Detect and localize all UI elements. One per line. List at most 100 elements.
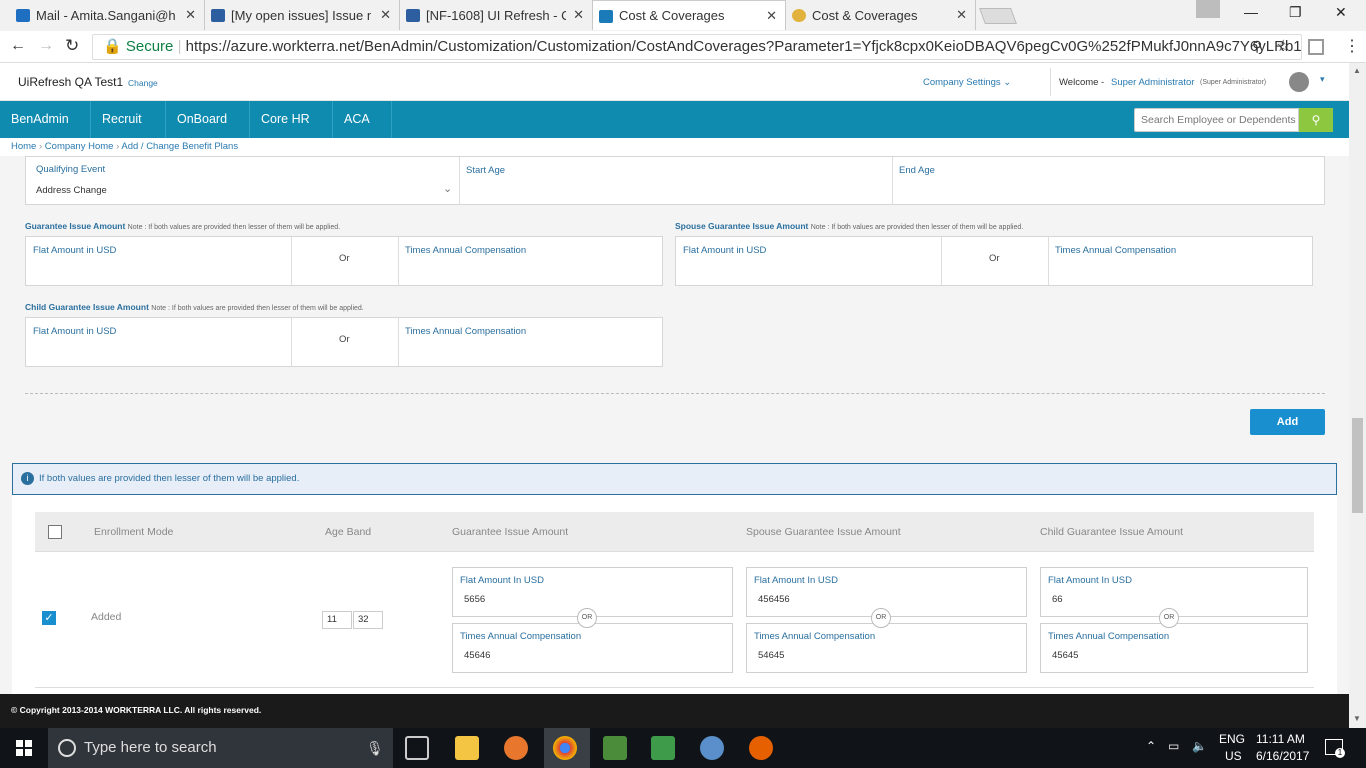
change-company-link[interactable]: Change xyxy=(128,78,158,88)
jira-icon xyxy=(406,9,420,22)
microphone-icon[interactable]: 🎙 xyxy=(366,728,384,768)
caret-down-icon[interactable]: ▾ xyxy=(1320,74,1325,85)
info-icon: i xyxy=(21,472,34,485)
vertical-scrollbar[interactable] xyxy=(1349,63,1366,728)
user-role: (Super Administrator) xyxy=(1200,79,1267,86)
table-header: Enrollment Mode Age Band Guarantee Issue… xyxy=(35,512,1314,552)
windows-start-icon[interactable] xyxy=(16,740,32,756)
language-region[interactable]: US xyxy=(1225,749,1242,763)
child-times-field[interactable]: Times Annual Compensation 45645 xyxy=(1040,623,1308,673)
star-icon[interactable]: ☆ xyxy=(1276,36,1290,56)
select-all-checkbox[interactable] xyxy=(48,525,62,539)
start-age-field[interactable]: Start Age xyxy=(466,165,505,176)
search-icon: ⚲ xyxy=(1311,113,1321,127)
store-icon[interactable] xyxy=(455,736,479,760)
footer: © Copyright 2013-2014 WORKTERRA LLC. All… xyxy=(0,694,1349,728)
main-content: Qualifying Event Address Change ⌄ Start … xyxy=(0,156,1349,694)
restore-icon[interactable]: ❐ xyxy=(1289,4,1302,21)
tab-title: Cost & Coverages xyxy=(619,8,725,23)
tab-mail[interactable]: Mail - Amita.Sangani@h ✕ xyxy=(10,0,205,30)
chevron-up-icon[interactable]: ⌃ xyxy=(1146,739,1156,753)
tab-cost-coverages[interactable]: Cost & Coverages ✕ xyxy=(786,0,976,30)
end-age-field[interactable]: End Age xyxy=(899,165,935,176)
calculator-icon[interactable] xyxy=(603,736,627,760)
nav-aca[interactable]: ACA ⌄ xyxy=(333,101,392,163)
loading-icon xyxy=(792,9,806,22)
nav-corehr[interactable]: Core HR ⌄ xyxy=(250,101,333,163)
close-window-icon[interactable]: ✕ xyxy=(1335,4,1347,21)
close-icon[interactable]: ✕ xyxy=(573,7,584,23)
minimize-icon[interactable]: — xyxy=(1244,4,1258,20)
scroll-up-icon[interactable]: ▲ xyxy=(1353,66,1361,75)
spouse-times-field[interactable]: Times Annual Compensation 54645 xyxy=(746,623,1027,673)
times-comp-field[interactable]: Times Annual Compensation xyxy=(405,245,526,256)
chevron-down-icon: ⌄ xyxy=(1003,77,1012,88)
profile-icon[interactable] xyxy=(1196,0,1220,18)
scroll-down-icon[interactable]: ▼ xyxy=(1353,714,1361,723)
chrome-icon[interactable] xyxy=(553,736,577,760)
nav-onboard[interactable]: OnBoard ⌄ xyxy=(166,101,250,163)
child-guarantee-title: Child Guarantee Issue Amount Note : If b… xyxy=(25,302,364,312)
close-icon[interactable]: ✕ xyxy=(380,7,391,23)
search-button[interactable]: ⚲ xyxy=(1299,108,1333,132)
avatar[interactable] xyxy=(1289,72,1309,92)
flat-amount-field[interactable]: Flat Amount in USD xyxy=(33,326,116,337)
taskbar-search-input[interactable]: Type here to search 🎙 xyxy=(48,728,393,768)
clock-time[interactable]: 11:11 AM xyxy=(1256,732,1305,746)
reload-icon[interactable]: ↻ xyxy=(65,36,79,56)
network-icon[interactable]: ▭ xyxy=(1168,739,1179,753)
extension-icon[interactable] xyxy=(1308,39,1324,55)
chevron-down-icon[interactable]: ⌄ xyxy=(443,182,452,195)
guarantee-times-field[interactable]: Times Annual Compensation 45646 xyxy=(452,623,733,673)
breadcrumb-home[interactable]: Home xyxy=(11,141,36,152)
close-icon[interactable]: ✕ xyxy=(766,8,777,24)
nav-benadmin[interactable]: BenAdmin ⌄ xyxy=(0,101,91,163)
secure-label: Secure xyxy=(125,38,174,55)
user-name[interactable]: Super Administrator xyxy=(1111,77,1194,88)
new-tab-button[interactable] xyxy=(979,8,1017,24)
firefox-icon[interactable] xyxy=(749,736,773,760)
flat-amount-field[interactable]: Flat Amount in USD xyxy=(33,245,116,256)
breadcrumb-company-home[interactable]: Company Home xyxy=(45,141,114,152)
header-guarantee: Guarantee Issue Amount xyxy=(452,526,569,538)
url-input[interactable]: 🔒 Secure | https://azure.workterra.net/B… xyxy=(92,34,1302,60)
tab-title: [My open issues] Issue n xyxy=(231,7,371,23)
tab-cost-coverages-active[interactable]: Cost & Coverages ✕ xyxy=(593,0,786,30)
paint-icon[interactable] xyxy=(700,736,724,760)
close-icon[interactable]: ✕ xyxy=(185,7,196,23)
task-view-icon[interactable] xyxy=(405,736,429,760)
forward-icon[interactable]: → xyxy=(38,37,54,55)
close-icon[interactable]: ✕ xyxy=(956,7,967,23)
times-comp-field[interactable]: Times Annual Compensation xyxy=(1055,245,1176,256)
spreadsheet-icon[interactable] xyxy=(651,736,675,760)
age-from-input[interactable]: 11 xyxy=(322,611,352,629)
or-label: Or xyxy=(989,253,1000,264)
clock-date[interactable]: 6/16/2017 xyxy=(1256,749,1309,763)
tab-title: [NF-1608] UI Refresh - C xyxy=(426,7,566,23)
spouse-guarantee-fields: Flat Amount in USD Or Times Annual Compe… xyxy=(675,236,1313,286)
volume-icon[interactable]: 🔈 xyxy=(1192,739,1207,753)
add-button[interactable]: Add xyxy=(1250,409,1325,435)
spouse-guarantee-title: Spouse Guarantee Issue Amount Note : If … xyxy=(675,221,1024,231)
flat-amount-field[interactable]: Flat Amount in USD xyxy=(683,245,766,256)
or-badge: OR xyxy=(1159,608,1179,628)
child-guarantee-fields: Flat Amount in USD Or Times Annual Compe… xyxy=(25,317,663,367)
back-icon[interactable]: ← xyxy=(10,37,26,55)
times-comp-field[interactable]: Times Annual Compensation xyxy=(405,326,526,337)
company-settings-menu[interactable]: Company Settings ⌄ xyxy=(923,77,1011,88)
row-checkbox[interactable]: ✓ xyxy=(42,611,56,625)
zoom-icon[interactable]: ⚲ xyxy=(1252,38,1262,55)
qualifying-event-select[interactable]: Address Change xyxy=(36,185,107,196)
nav-recruit[interactable]: Recruit ⌄ xyxy=(91,101,166,163)
tab-my-open-issues[interactable]: [My open issues] Issue n ✕ xyxy=(205,0,400,30)
employee-search-input[interactable]: Search Employee or Dependents xyxy=(1134,108,1299,132)
company-name: UiRefresh QA Test1 xyxy=(18,75,124,89)
scrollbar-thumb[interactable] xyxy=(1352,418,1363,513)
menu-icon[interactable]: ⋮ xyxy=(1344,36,1360,56)
tab-ui-refresh[interactable]: [NF-1608] UI Refresh - C ✕ xyxy=(400,0,593,30)
age-to-input[interactable]: 32 xyxy=(353,611,383,629)
app-icon[interactable] xyxy=(504,736,528,760)
site-icon xyxy=(599,10,613,23)
or-badge: OR xyxy=(871,608,891,628)
language-indicator[interactable]: ENG xyxy=(1219,732,1245,746)
